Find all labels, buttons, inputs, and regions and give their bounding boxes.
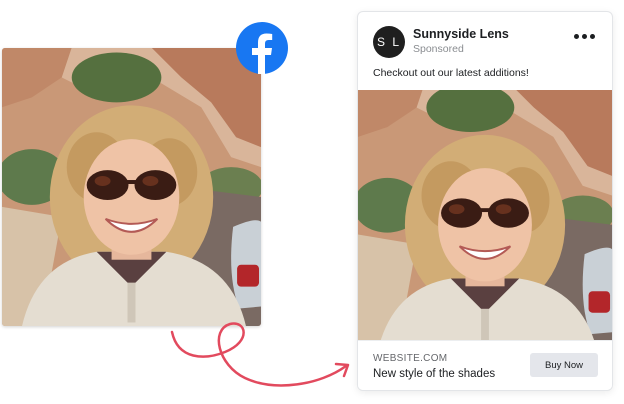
source-photo xyxy=(2,48,261,326)
ad-caption: Checkout out our latest additions! xyxy=(373,67,529,79)
website-label: WEBSITE.COM xyxy=(373,353,448,364)
more-options-icon[interactable] xyxy=(574,30,598,42)
ad-preview-stage: S L Sunnyside Lens Sponsored Checkout ou… xyxy=(0,0,624,404)
page-name[interactable]: Sunnyside Lens xyxy=(413,27,509,41)
ad-header: S L Sunnyside Lens Sponsored xyxy=(358,12,612,72)
facebook-logo-icon xyxy=(236,22,288,74)
ad-headline: New style of the shades xyxy=(373,368,496,380)
sponsored-label: Sponsored xyxy=(413,43,464,55)
ad-photo[interactable] xyxy=(358,90,612,340)
ad-footer: WEBSITE.COM New style of the shades Buy … xyxy=(358,340,612,390)
buy-now-button[interactable]: Buy Now xyxy=(530,353,598,377)
facebook-ad-card: S L Sunnyside Lens Sponsored Checkout ou… xyxy=(357,11,613,391)
avatar[interactable]: S L xyxy=(373,26,405,58)
